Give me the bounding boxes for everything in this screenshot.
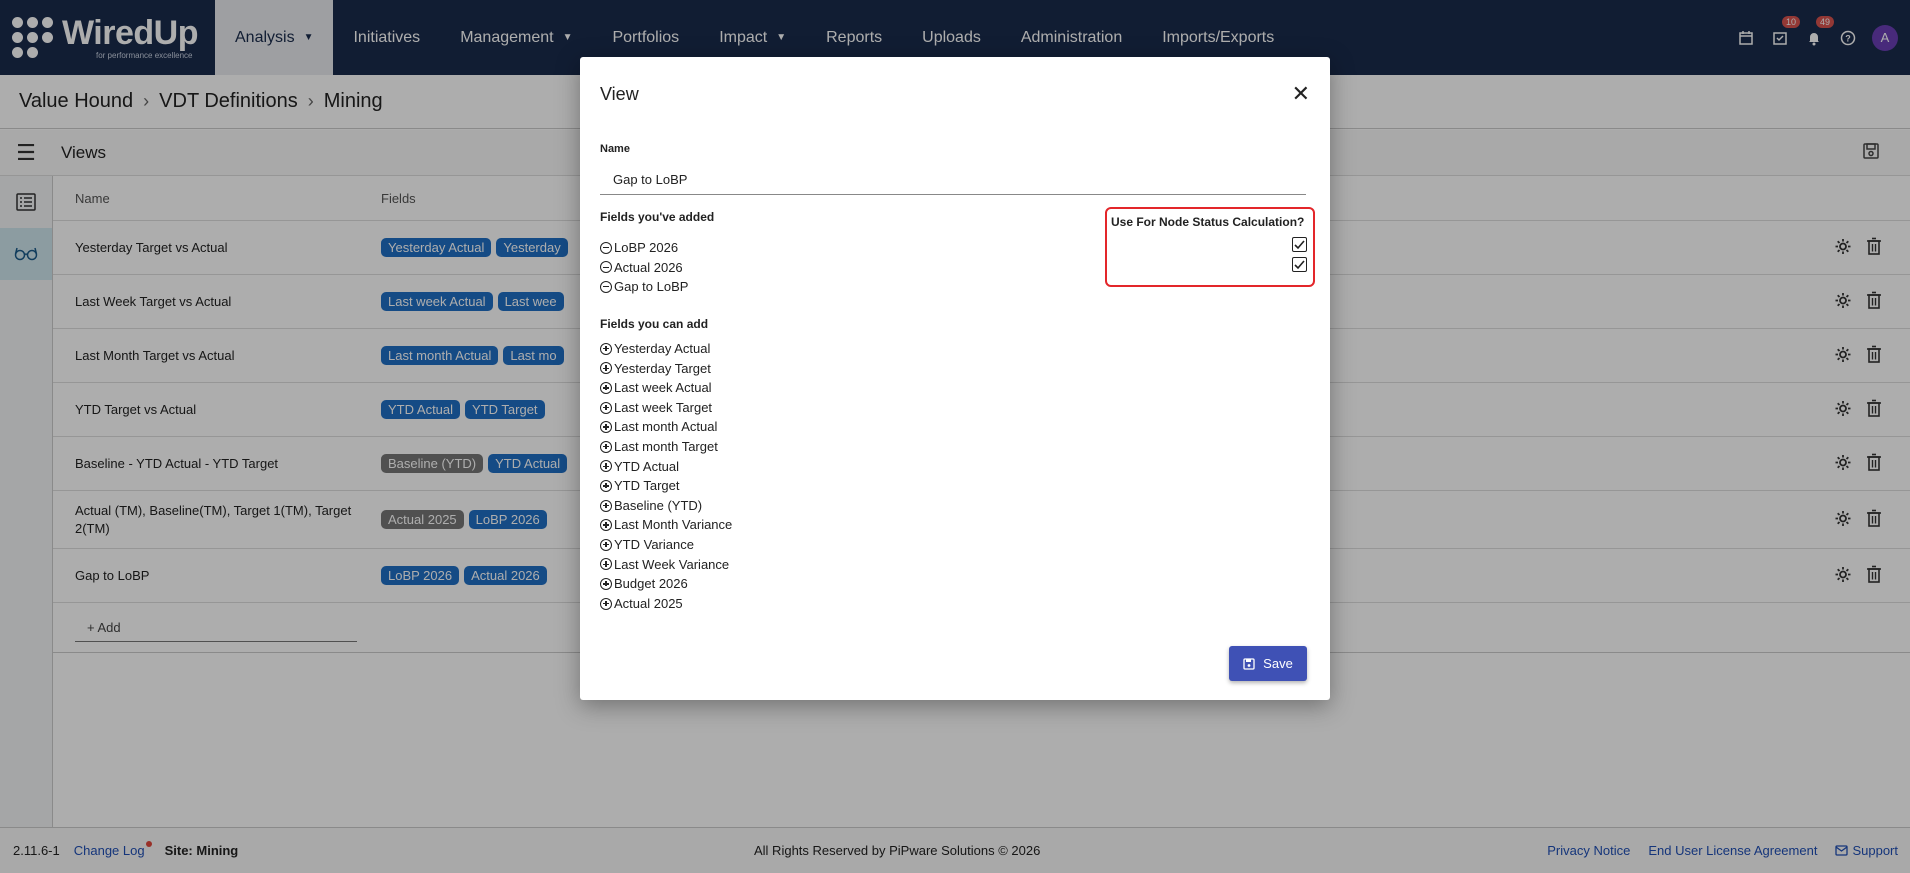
field-label: Last month Target	[614, 438, 718, 454]
circle-minus-icon[interactable]	[600, 241, 612, 254]
node-status-checkbox-2[interactable]	[1292, 257, 1307, 272]
node-status-highlight: Use For Node Status Calculation?	[1105, 207, 1315, 287]
view-name-input[interactable]	[600, 165, 1306, 195]
field-label: Actual 2025	[614, 595, 683, 611]
fields-added-list: LoBP 2026 Actual 2026 Gap to LoBP	[600, 238, 688, 297]
circle-plus-icon[interactable]	[600, 577, 612, 590]
available-field-item[interactable]: YTD Actual	[600, 457, 732, 477]
field-label: Baseline (YTD)	[614, 497, 703, 513]
field-label: Yesterday Actual	[614, 341, 711, 356]
node-status-checkbox-1[interactable]	[1292, 237, 1307, 252]
available-field-item[interactable]: Last week Target	[600, 398, 732, 418]
field-label: Actual 2026	[614, 259, 683, 275]
circle-plus-icon[interactable]	[600, 499, 612, 512]
circle-plus-icon[interactable]	[600, 460, 612, 473]
circle-plus-icon[interactable]	[600, 597, 612, 610]
available-field-item[interactable]: Last month Actual	[600, 417, 732, 437]
available-field-item[interactable]: Yesterday Target	[600, 359, 732, 379]
circle-plus-icon[interactable]	[600, 381, 612, 394]
field-label: YTD Actual	[614, 458, 680, 474]
circle-minus-icon[interactable]	[600, 280, 612, 293]
available-field-item[interactable]: YTD Target	[600, 476, 732, 496]
available-field-item[interactable]: Last Month Variance	[600, 515, 732, 535]
name-label: Name	[600, 143, 630, 155]
available-field-item[interactable]: Actual 2025	[600, 594, 732, 614]
save-icon	[1243, 657, 1255, 670]
node-status-title: Use For Node Status Calculation?	[1111, 215, 1305, 229]
view-modal: View ✕ Name Fields you've added LoBP 202…	[580, 57, 1330, 700]
available-field-item[interactable]: Yesterday Actual	[600, 339, 732, 359]
circle-plus-icon[interactable]	[600, 519, 612, 532]
close-icon[interactable]: ✕	[1292, 81, 1310, 107]
available-field-item[interactable]: YTD Variance	[600, 535, 732, 555]
field-label: Last week Target	[614, 399, 713, 415]
added-field-item[interactable]: Actual 2026	[600, 258, 688, 278]
circle-plus-icon[interactable]	[600, 558, 612, 571]
available-field-item[interactable]: Last month Target	[600, 437, 732, 457]
field-label: YTD Variance	[614, 536, 694, 552]
circle-plus-icon[interactable]	[600, 538, 612, 551]
circle-plus-icon[interactable]	[600, 421, 612, 434]
fields-added-title: Fields you've added	[600, 210, 715, 224]
available-field-item[interactable]: Baseline (YTD)	[600, 496, 732, 516]
field-label: YTD Target	[614, 478, 680, 494]
circle-plus-icon[interactable]	[600, 342, 612, 355]
circle-plus-icon[interactable]	[600, 401, 612, 414]
circle-plus-icon[interactable]	[600, 440, 612, 453]
available-field-item[interactable]: Budget 2026	[600, 574, 732, 594]
available-field-item[interactable]: Last Week Variance	[600, 555, 732, 575]
available-field-item[interactable]: Last week Actual	[600, 378, 732, 398]
fields-available-title: Fields you can add	[600, 317, 709, 331]
field-label: LoBP 2026	[614, 240, 679, 255]
field-label: Budget 2026	[614, 576, 688, 592]
fields-available-list: Yesterday Actual Yesterday Target Last wee…	[600, 339, 732, 613]
circle-minus-icon[interactable]	[600, 261, 612, 274]
field-label: Yesterday Target	[614, 360, 711, 376]
added-field-item[interactable]: LoBP 2026	[600, 238, 688, 258]
field-label: Gap to LoBP	[614, 279, 689, 294]
field-label: Last month Actual	[614, 419, 718, 435]
save-button[interactable]: Save	[1229, 646, 1307, 681]
added-field-item[interactable]: Gap to LoBP	[600, 277, 688, 297]
field-label: Last Month Variance	[614, 517, 733, 533]
modal-title: View	[600, 84, 639, 104]
circle-plus-icon[interactable]	[600, 362, 612, 375]
field-label: Last Week Variance	[614, 556, 730, 572]
save-button-label: Save	[1263, 656, 1293, 671]
field-label: Last week Actual	[614, 380, 712, 396]
circle-plus-icon[interactable]	[600, 479, 612, 492]
